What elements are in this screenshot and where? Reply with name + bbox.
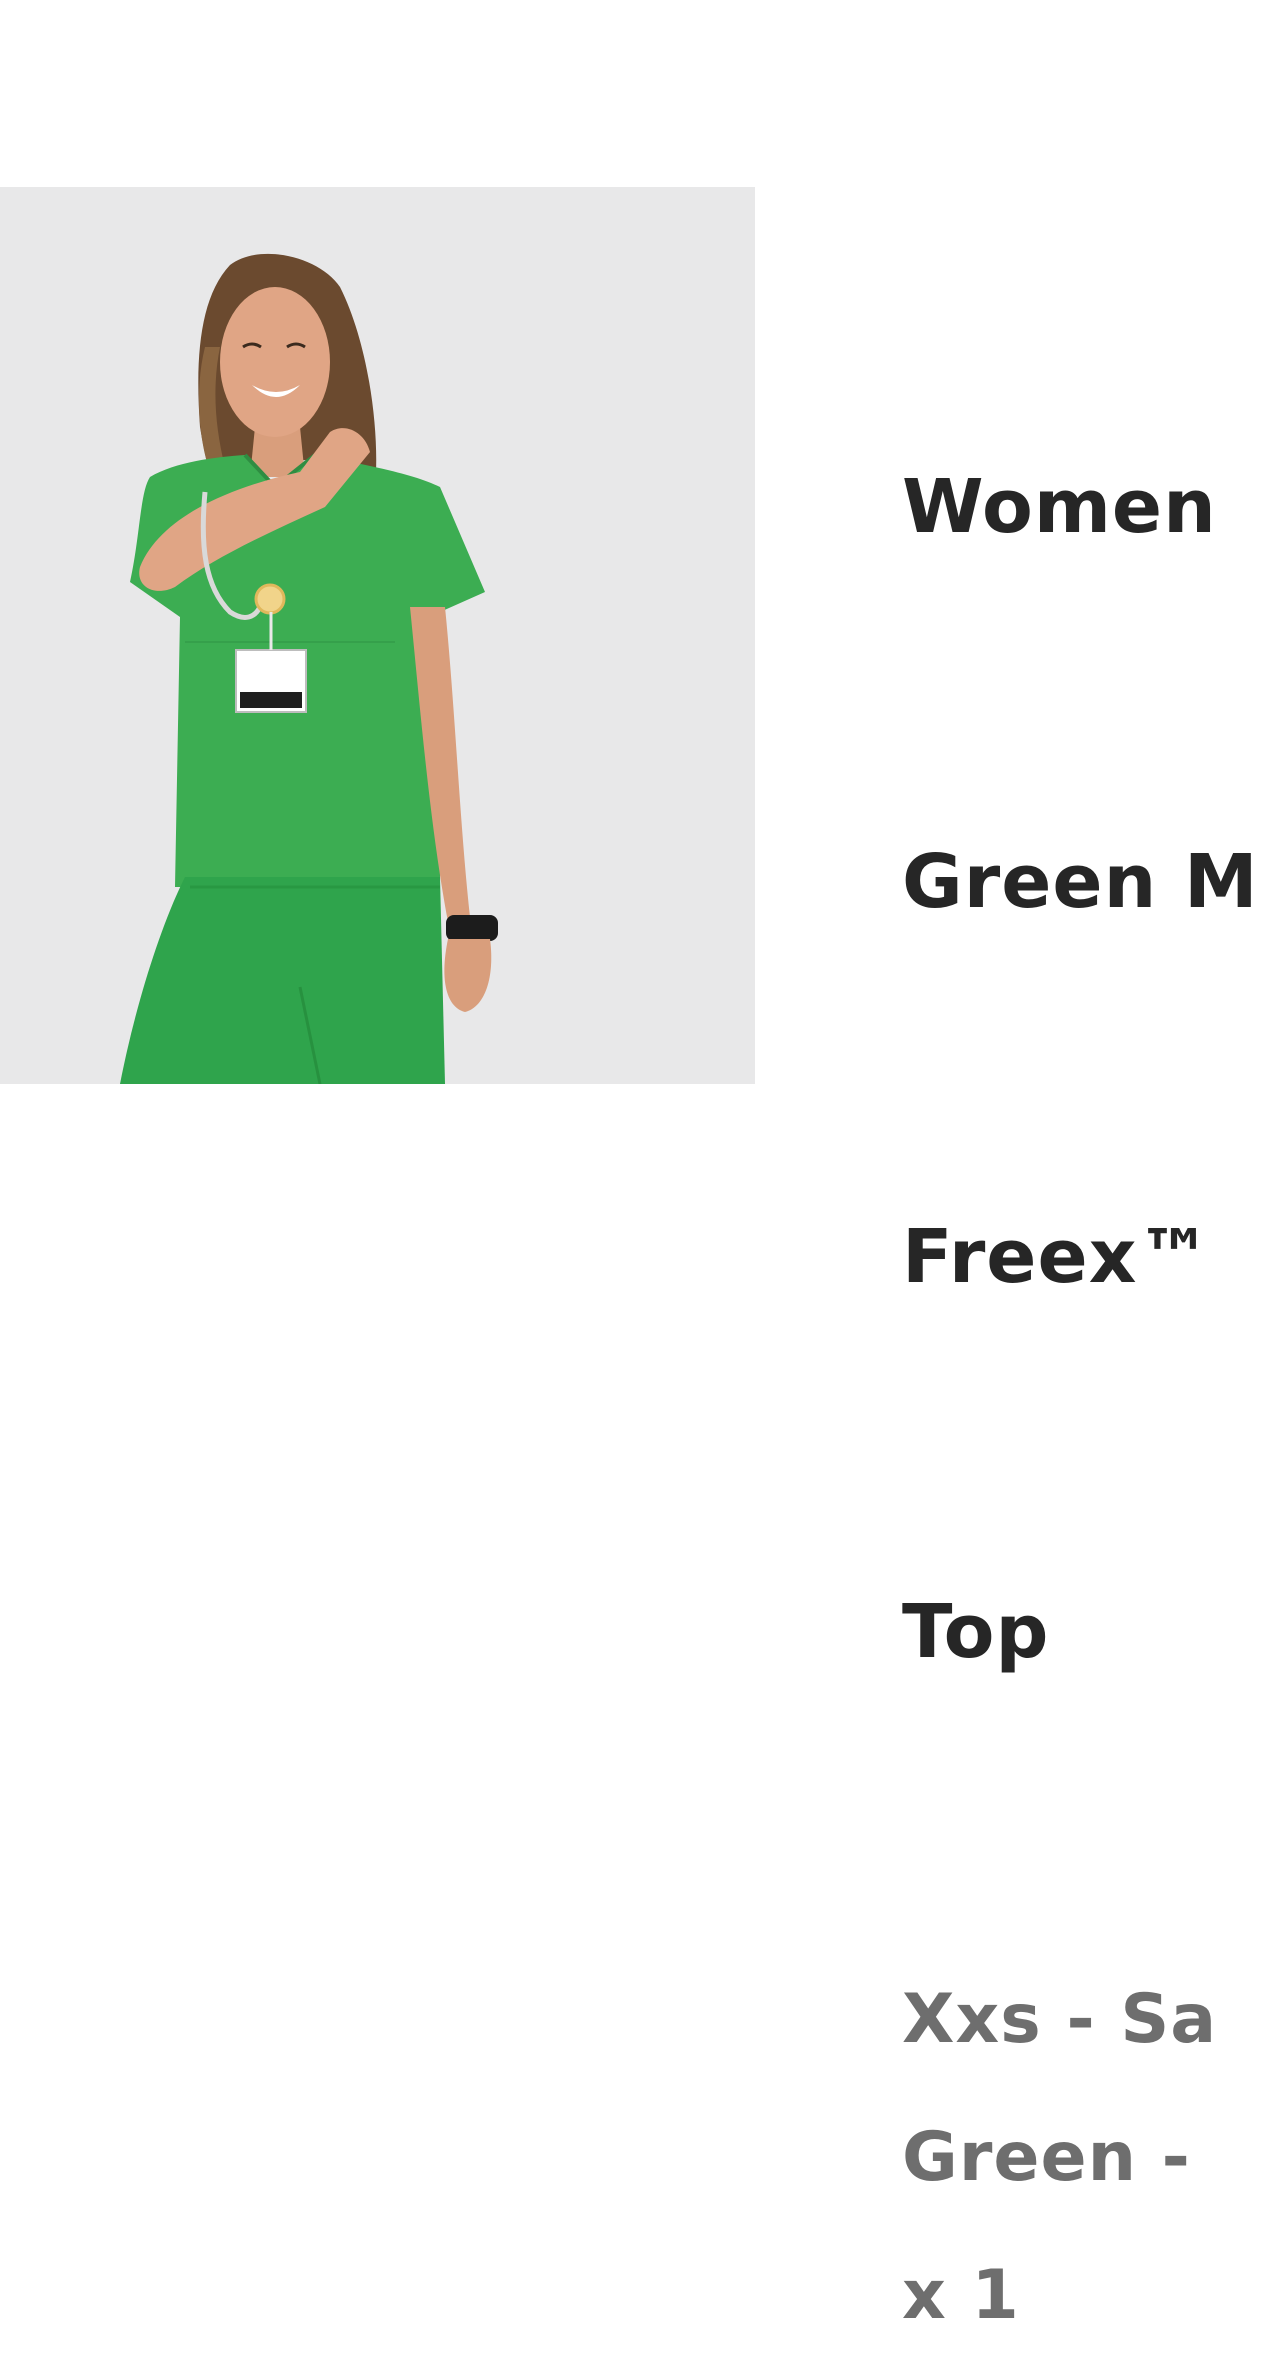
- product-card: Women Green M Freex™ Top Xxs - Sa Green …: [0, 0, 1280, 2335]
- product-title-line: Freex™: [902, 1214, 1213, 1300]
- product-info: Women Green M Freex™ Top Xxs - Sa Green …: [902, 195, 1280, 2365]
- product-photo: [0, 187, 755, 1084]
- product-color: Green -: [902, 2118, 1191, 2197]
- product-title[interactable]: Women Green M Freex™ Top: [902, 195, 1280, 1945]
- product-title-line: Top: [902, 1589, 1050, 1675]
- product-title-line: Women: [902, 464, 1217, 550]
- product-title-line: Green M: [902, 839, 1259, 925]
- product-size: Xxs - Sa: [902, 1980, 1218, 2059]
- product-image[interactable]: [0, 187, 755, 1084]
- product-quantity: x 1: [902, 2256, 1020, 2335]
